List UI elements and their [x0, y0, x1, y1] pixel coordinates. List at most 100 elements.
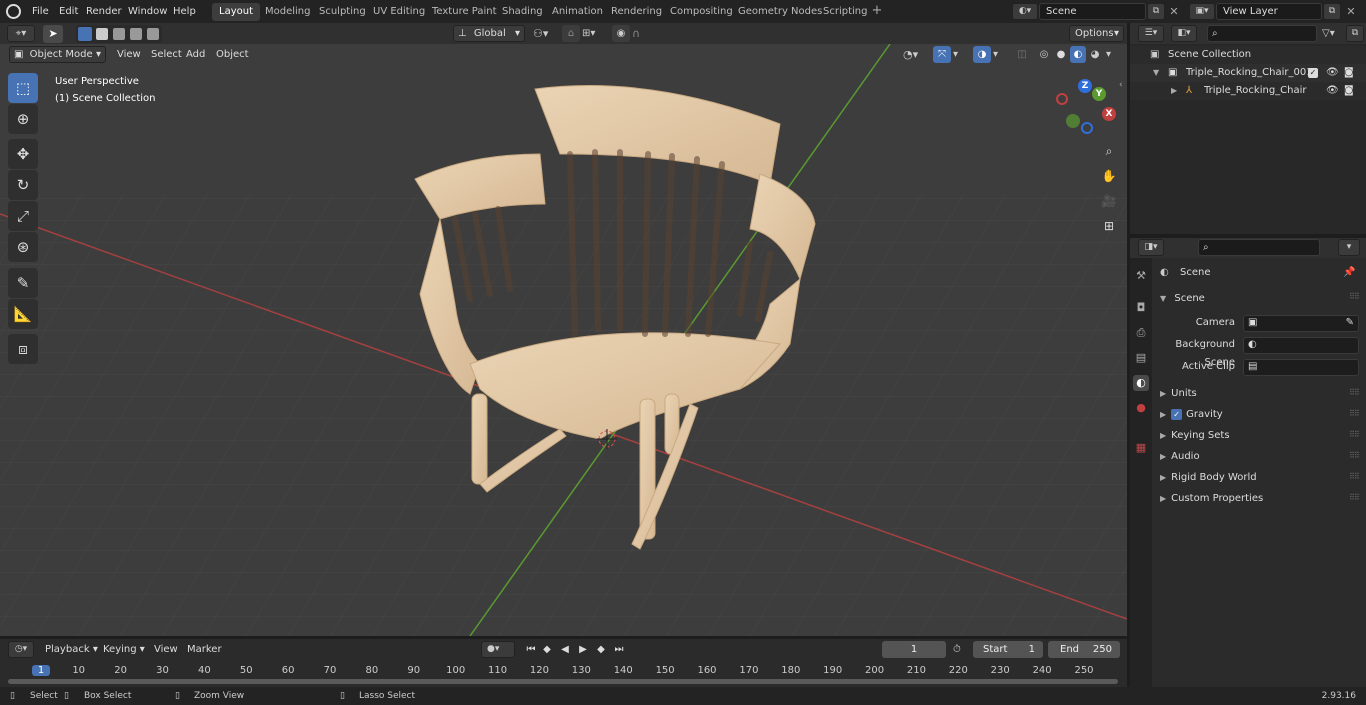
output-tab-icon[interactable]: ⎙	[1133, 325, 1149, 341]
pan-hand-icon[interactable]: ✋	[1099, 166, 1119, 186]
outliner-editor-type-icon[interactable]: ☰▾	[1138, 25, 1164, 42]
tool-annotate[interactable]: ✎	[8, 268, 38, 298]
custom-properties-panel-header[interactable]: ▶ Custom Properties	[1160, 490, 1263, 508]
shading-rendered-icon[interactable]: ◕	[1087, 46, 1103, 63]
keying-sets-panel-header[interactable]: ▶ Keying Sets	[1160, 427, 1230, 445]
3d-viewport[interactable]	[0, 44, 1127, 636]
sidebar-toggle-icon[interactable]: ‹	[1119, 80, 1127, 92]
eye-icon[interactable]: 👁	[1326, 82, 1339, 100]
shading-material-icon[interactable]: ◐	[1070, 46, 1086, 63]
add-workspace-icon[interactable]: +	[870, 4, 884, 18]
object-mode-dropdown[interactable]: ▣ Object Mode ▾	[9, 46, 106, 63]
pin-icon[interactable]: 📌	[1343, 264, 1355, 282]
render-tab-icon[interactable]: ◘	[1133, 300, 1149, 316]
next-keyframe-icon[interactable]: ◆	[593, 641, 609, 658]
eyedropper-icon[interactable]: ✎	[1346, 317, 1354, 328]
select-new-icon[interactable]	[78, 27, 92, 41]
panel-grip-icon[interactable]: ⠿⠿	[1349, 292, 1360, 301]
camera-view-icon[interactable]: 🎥	[1099, 191, 1119, 211]
transform-orientation-dropdown[interactable]: ⊥ Global ▾	[453, 25, 525, 42]
tab-layout[interactable]: Layout	[212, 3, 260, 21]
tool-add-cube[interactable]: ⧈	[8, 334, 38, 364]
falloff-icon[interactable]: ∩	[632, 25, 656, 42]
panel-grip-icon[interactable]: ⠿⠿	[1349, 493, 1360, 502]
playhead-frame-indicator[interactable]: 1	[32, 665, 50, 676]
timeline-menu-keying[interactable]: Keying ▾	[98, 641, 150, 658]
tab-shading[interactable]: Shading	[495, 3, 550, 21]
timeline-menu-marker[interactable]: Marker	[182, 641, 227, 658]
prev-keyframe-icon[interactable]: ◆	[539, 641, 555, 658]
shading-wireframe-icon[interactable]: ◎	[1036, 46, 1052, 63]
timeline-editor-type-icon[interactable]: ◷▾	[8, 641, 34, 658]
play-reverse-icon[interactable]: ◀	[557, 641, 573, 658]
auto-keying-button[interactable]: ●▾	[481, 641, 515, 658]
tab-animation[interactable]: Animation	[545, 3, 610, 21]
snap-toggle-icon[interactable]: ⌂	[562, 25, 580, 42]
timeline-scrollbar[interactable]	[8, 679, 1118, 684]
active-clip-field[interactable]: ▤	[1243, 359, 1359, 376]
panel-grip-icon[interactable]: ⠿⠿	[1349, 451, 1360, 460]
menu-window[interactable]: Window	[125, 3, 170, 20]
select-subtract-icon[interactable]	[113, 28, 125, 40]
view-layer-type-icon[interactable]: ▣▾	[1189, 3, 1215, 20]
filter-icon[interactable]: ▽▾	[1322, 25, 1342, 42]
gizmo-x-axis[interactable]: X	[1102, 107, 1116, 121]
overlays-dropdown-icon[interactable]: ▾	[993, 46, 1003, 63]
gizmo-neg-x[interactable]	[1056, 93, 1068, 105]
outliner-scene-collection[interactable]: ▣ Scene Collection	[1130, 46, 1366, 64]
pivot-point-icon[interactable]: ⚇▾	[533, 25, 557, 42]
stopwatch-icon[interactable]: ⏱	[953, 641, 969, 658]
select-tool-icon[interactable]: ➤	[43, 25, 63, 43]
tab-rendering[interactable]: Rendering	[604, 3, 669, 21]
viewport-menu-object[interactable]: Object	[211, 46, 254, 63]
tab-geometry-nodes[interactable]: Geometry Nodes	[731, 3, 829, 21]
gizmo-toggle-icon[interactable]: ⤧	[933, 46, 951, 63]
view-layer-field[interactable]: View Layer	[1216, 3, 1322, 20]
display-mode-icon[interactable]: ◧▾	[1171, 25, 1197, 42]
visibility-selectability-icon[interactable]: ◔▾	[903, 46, 927, 63]
overlays-toggle-icon[interactable]: ◑	[973, 46, 991, 63]
gizmo-neg-z[interactable]	[1081, 122, 1093, 134]
panel-grip-icon[interactable]: ⠿⠿	[1349, 388, 1360, 397]
camera-icon[interactable]: ◙	[1344, 82, 1354, 100]
xray-toggle-icon[interactable]: ◫	[1014, 46, 1030, 63]
gravity-panel-header[interactable]: ▶ ✓ Gravity	[1160, 406, 1223, 424]
editor-type-icon[interactable]: ⌖▾	[7, 25, 35, 42]
select-invert-icon[interactable]	[130, 28, 142, 40]
proportional-edit-icon[interactable]: ◉	[612, 25, 630, 42]
gizmo-z-axis[interactable]: Z	[1078, 79, 1092, 93]
snap-target-icon[interactable]: ⊞▾	[582, 25, 606, 42]
outliner-search-input[interactable]: ⌕	[1207, 25, 1317, 42]
menu-help[interactable]: Help	[170, 3, 199, 20]
zoom-icon[interactable]: ⌕	[1099, 141, 1119, 161]
eye-icon[interactable]: 👁	[1326, 64, 1339, 82]
expand-arrow-icon[interactable]: ▼	[1153, 64, 1159, 82]
tool-scale[interactable]: ⤢	[8, 201, 38, 231]
scene-panel-header[interactable]: ▼ Scene	[1160, 290, 1205, 308]
viewport-menu-add[interactable]: Add	[181, 46, 210, 63]
gizmo-dropdown-icon[interactable]: ▾	[953, 46, 963, 63]
options-dropdown[interactable]: Options ▾	[1069, 25, 1124, 42]
expand-arrow-icon[interactable]: ▶	[1171, 82, 1177, 100]
properties-options-icon[interactable]: ▾	[1338, 239, 1360, 256]
panel-grip-icon[interactable]: ⠿⠿	[1349, 472, 1360, 481]
menu-edit[interactable]: Edit	[56, 3, 81, 20]
gravity-checkbox[interactable]: ✓	[1171, 408, 1183, 420]
perspective-toggle-icon[interactable]: ⊞	[1099, 216, 1119, 236]
timeline-menu-view[interactable]: View	[149, 641, 183, 658]
shading-dropdown-icon[interactable]: ▾	[1106, 46, 1116, 63]
background-scene-field[interactable]: ◐	[1243, 337, 1359, 354]
panel-grip-icon[interactable]: ⠿⠿	[1349, 430, 1360, 439]
texture-tab-icon[interactable]: ▦	[1133, 440, 1149, 456]
tab-scripting[interactable]: Scripting	[816, 3, 874, 21]
new-scene-icon[interactable]: ⧉	[1147, 3, 1165, 20]
tool-move[interactable]: ✥	[8, 139, 38, 169]
rigid-body-world-panel-header[interactable]: ▶ Rigid Body World	[1160, 469, 1257, 487]
gizmo-neg-y[interactable]	[1066, 114, 1080, 128]
delete-view-layer-icon[interactable]: ✕	[1344, 3, 1358, 20]
select-intersect-icon[interactable]	[147, 28, 159, 40]
current-frame-field[interactable]: 1	[882, 641, 946, 658]
tool-transform[interactable]: ⊛	[8, 232, 38, 262]
camera-field[interactable]: ▣ ✎	[1243, 315, 1359, 332]
audio-panel-header[interactable]: ▶ Audio	[1160, 448, 1200, 466]
